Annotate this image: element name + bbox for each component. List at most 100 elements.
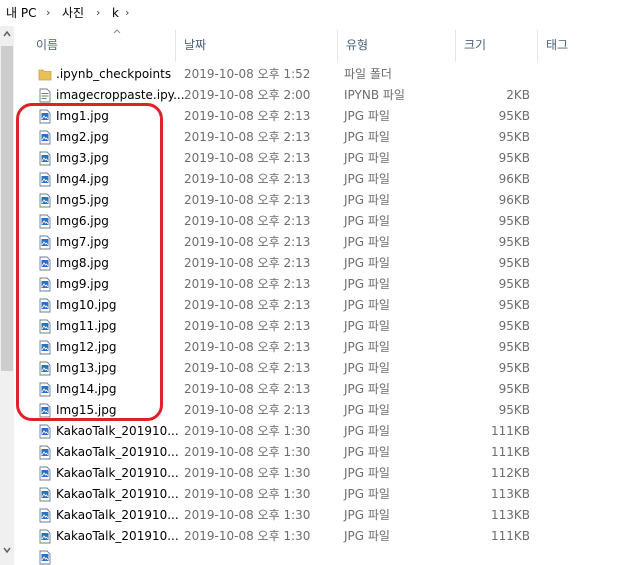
file-date: 2019-10-08 오후 2:13	[184, 361, 311, 375]
breadcrumb-item-k[interactable]: k	[112, 5, 119, 21]
file-size: 113KB	[490, 487, 530, 501]
column-header: 이름 날짜 유형 크기 태그	[14, 26, 623, 64]
image-file-icon	[39, 550, 51, 565]
file-type: JPG 파일	[344, 235, 390, 249]
file-size: 95KB	[498, 403, 530, 417]
scroll-down-arrow-icon[interactable]	[0, 542, 14, 558]
file-type: JPG 파일	[344, 382, 390, 396]
column-header-type[interactable]: 유형	[338, 26, 454, 64]
chevron-right-icon[interactable]: ›	[96, 5, 100, 21]
file-size: 95KB	[498, 361, 530, 375]
scrollbar-thumb[interactable]	[1, 46, 13, 371]
file-type: IPYNB 파일	[344, 88, 405, 102]
file-size: 95KB	[498, 340, 530, 354]
file-row[interactable]: KakaoTalk_201910... 2019-10-08 오후 1:30 JPG…	[14, 526, 623, 547]
file-date: 2019-10-08 오후 1:30	[184, 487, 311, 501]
breadcrumb-item-my-pc[interactable]: 내 PC	[6, 5, 36, 21]
scroll-up-arrow-icon[interactable]	[0, 26, 14, 42]
file-size: 95KB	[498, 277, 530, 291]
breadcrumb: 내 PC › 사진 › k ›	[0, 0, 623, 27]
file-size: 111KB	[490, 445, 530, 459]
file-type: JPG 파일	[344, 340, 390, 354]
file-size: 112KB	[490, 466, 530, 480]
file-type: JPG 파일	[344, 361, 390, 375]
file-size: 95KB	[498, 151, 530, 165]
file-name: KakaoTalk_201910...	[56, 508, 179, 522]
file-date: 2019-10-08 오후 2:13	[184, 319, 311, 333]
file-type: JPG 파일	[344, 130, 390, 144]
image-file-icon	[39, 424, 51, 439]
chevron-right-icon[interactable]: ›	[125, 5, 129, 21]
file-row[interactable]: KakaoTalk_201910... 2019-10-08 오후 1:30 JPG…	[14, 505, 623, 526]
file-date: 2019-10-08 오후 1:30	[184, 508, 311, 522]
file-date: 2019-10-08 오후 1:30	[184, 529, 311, 543]
file-date: 2019-10-08 오후 1:30	[184, 445, 311, 459]
file-name	[56, 547, 184, 565]
file-date: 2019-10-08 오후 1:52	[184, 67, 311, 81]
file-size: 2KB	[506, 88, 530, 102]
column-header-name[interactable]: 이름	[28, 26, 184, 64]
file-row[interactable]: KakaoTalk_201910... 2019-10-08 오후 1:30 JPG…	[14, 484, 623, 505]
file-type: JPG 파일	[344, 172, 390, 186]
file-size: 96KB	[498, 172, 530, 186]
document-icon	[39, 88, 51, 103]
chevron-right-icon[interactable]: ›	[46, 5, 50, 21]
file-date: 2019-10-08 오후 1:30	[184, 424, 311, 438]
file-name: .ipynb_checkpoints	[56, 67, 172, 81]
file-type: JPG 파일	[344, 445, 390, 459]
image-file-icon	[39, 445, 51, 460]
file-size	[454, 547, 530, 565]
file-date: 2019-10-08 오후 2:13	[184, 151, 311, 165]
file-size: 95KB	[498, 319, 530, 333]
file-date: 2019-10-08 오후 2:13	[184, 256, 311, 270]
file-type: JPG 파일	[344, 319, 390, 333]
column-header-date[interactable]: 날짜	[176, 26, 336, 64]
file-row[interactable]: KakaoTalk_201910... 2019-10-08 오후 1:30 JPG…	[14, 463, 623, 484]
file-type: JPG 파일	[344, 403, 390, 417]
file-date	[184, 547, 344, 565]
file-date: 2019-10-08 오후 2:13	[184, 235, 311, 249]
file-date: 2019-10-08 오후 2:13	[184, 172, 311, 186]
file-type: JPG 파일	[344, 193, 390, 207]
file-date: 2019-10-08 오후 2:13	[184, 298, 311, 312]
image-file-icon	[39, 466, 51, 481]
file-size: 113KB	[490, 508, 530, 522]
file-type: JPG 파일	[344, 214, 390, 228]
file-size: 95KB	[498, 109, 530, 123]
file-type: JPG 파일	[344, 508, 390, 522]
file-type: JPG 파일	[344, 424, 390, 438]
file-type: JPG 파일	[344, 466, 390, 480]
image-file-icon	[39, 529, 51, 544]
file-date: 2019-10-08 오후 2:13	[184, 130, 311, 144]
file-row[interactable]: KakaoTalk_201910... 2019-10-08 오후 1:30 JPG…	[14, 442, 623, 463]
column-header-tags[interactable]: 태그	[538, 26, 618, 64]
column-header-size[interactable]: 크기	[456, 26, 536, 64]
breadcrumb-item-photos[interactable]: 사진	[62, 5, 84, 21]
file-name: KakaoTalk_201910...	[56, 445, 179, 459]
file-size: 95KB	[498, 130, 530, 144]
file-size: 111KB	[490, 529, 530, 543]
file-size	[454, 64, 530, 85]
file-date: 2019-10-08 오후 2:13	[184, 403, 311, 417]
file-row[interactable]	[14, 547, 623, 565]
file-type: JPG 파일	[344, 256, 390, 270]
file-name: KakaoTalk_201910...	[56, 529, 179, 543]
file-size: 95KB	[498, 214, 530, 228]
file-date: 2019-10-08 오후 2:13	[184, 340, 311, 354]
file-size: 95KB	[498, 235, 530, 249]
image-file-icon	[39, 508, 51, 523]
file-date: 2019-10-08 오후 2:13	[184, 214, 311, 228]
file-row[interactable]: .ipynb_checkpoints 2019-10-08 오후 1:52 파일 폴…	[14, 64, 623, 85]
file-size: 95KB	[498, 298, 530, 312]
file-date: 2019-10-08 오후 2:13	[184, 382, 311, 396]
file-date: 2019-10-08 오후 2:00	[184, 88, 311, 102]
file-size: 111KB	[490, 424, 530, 438]
image-file-icon	[39, 487, 51, 502]
file-size: 95KB	[498, 256, 530, 270]
file-type	[344, 547, 454, 565]
vertical-scrollbar[interactable]	[0, 26, 14, 565]
file-date: 2019-10-08 오후 2:13	[184, 277, 311, 291]
file-row[interactable]: KakaoTalk_201910... 2019-10-08 오후 1:30 JPG…	[14, 421, 623, 442]
file-type: JPG 파일	[344, 529, 390, 543]
file-size: 96KB	[498, 193, 530, 207]
